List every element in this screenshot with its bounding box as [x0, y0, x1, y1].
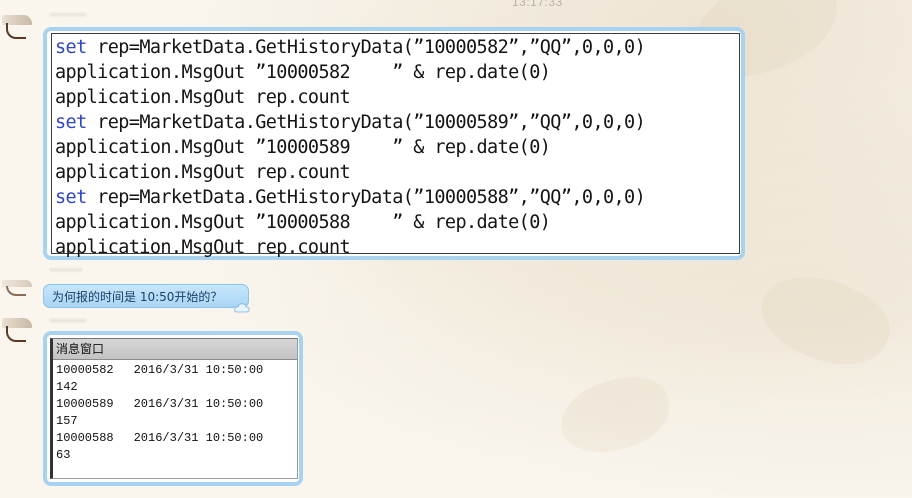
code-text: application.MsgOut ”10000588 ” & rep.dat… — [55, 212, 551, 233]
code-text: application.MsgOut rep.count — [55, 87, 351, 108]
output-line: 157 — [56, 413, 297, 430]
sender-name: ••••••••• — [50, 265, 83, 275]
code-line: application.MsgOut rep.count — [52, 235, 739, 260]
avatar-face — [6, 23, 26, 39]
code-keyword: set — [55, 187, 87, 208]
code-line: application.MsgOut rep.count — [52, 160, 739, 185]
output-code: 10000588 — [56, 431, 114, 445]
output-code: 10000589 — [56, 397, 114, 411]
code-line: set rep=MarketData.GetHistoryData(”10000… — [52, 185, 739, 210]
image-message-bubble[interactable]: 消息窗口 10000582 2016/3/31 10:50:00 142 1000… — [43, 331, 303, 486]
message-window-title: 消息窗口 — [53, 339, 297, 360]
code-block: set rep=MarketData.GetHistoryData(”10000… — [51, 33, 740, 258]
code-text: application.MsgOut rep.count — [55, 162, 351, 183]
background-leaf — [749, 257, 901, 383]
code-line: set rep=MarketData.GetHistoryData(”10000… — [52, 35, 739, 60]
output-line: 10000582 2016/3/31 10:50:00 — [56, 362, 297, 379]
output-time: 2016/3/31 10:50:00 — [133, 431, 264, 445]
avatar-face — [6, 326, 26, 342]
background-leaf — [554, 370, 676, 460]
question-text: 为何报的时间是 10:50开始的？ — [52, 290, 223, 304]
avatar[interactable] — [2, 280, 36, 296]
output-line: 10000588 2016/3/31 10:50:00 — [56, 430, 297, 447]
code-text: application.MsgOut rep.count — [55, 237, 351, 258]
sender-name: •••••••••• — [50, 10, 87, 20]
code-text: rep=MarketData.GetHistoryData(”10000588”… — [86, 187, 646, 208]
code-text: application.MsgOut ”10000589 ” & rep.dat… — [55, 137, 551, 158]
code-text: application.MsgOut ”10000582 ” & rep.dat… — [55, 62, 551, 83]
message-window-output: 10000582 2016/3/31 10:50:00 142 10000589 2… — [53, 360, 297, 464]
code-keyword: set — [55, 37, 87, 58]
code-text: rep=MarketData.GetHistoryData(”10000589”… — [86, 112, 646, 133]
output-code: 142 — [56, 380, 78, 394]
cloud-icon — [234, 303, 250, 313]
message-timestamp: 13:17:33 — [512, 0, 563, 9]
output-time: 2016/3/31 10:50:00 — [133, 397, 264, 411]
code-keyword: set — [55, 112, 87, 133]
code-line: application.MsgOut ”10000582 ” & rep.dat… — [52, 60, 739, 85]
question-message-bubble[interactable]: 为何报的时间是 10:50开始的？ — [43, 284, 250, 313]
output-line: 10000589 2016/3/31 10:50:00 — [56, 396, 297, 413]
avatar-face — [6, 286, 26, 296]
sender-name: •••••••••• — [50, 316, 87, 326]
output-line: 63 — [56, 447, 297, 464]
code-message-bubble[interactable]: set rep=MarketData.GetHistoryData(”10000… — [43, 27, 745, 260]
output-line: 142 — [56, 379, 297, 396]
output-code: 63 — [56, 448, 71, 462]
code-line: set rep=MarketData.GetHistoryData(”10000… — [52, 110, 739, 135]
avatar[interactable] — [2, 318, 36, 342]
message-window-screenshot: 消息窗口 10000582 2016/3/31 10:50:00 142 1000… — [50, 338, 298, 479]
avatar[interactable] — [2, 15, 36, 39]
output-time: 2016/3/31 10:50:00 — [133, 363, 264, 377]
code-line: application.MsgOut ”10000589 ” & rep.dat… — [52, 135, 739, 160]
code-line: application.MsgOut rep.count — [52, 85, 739, 110]
output-code: 157 — [56, 414, 78, 428]
code-line: application.MsgOut ”10000588 ” & rep.dat… — [52, 210, 739, 235]
code-text: rep=MarketData.GetHistoryData(”10000582”… — [86, 37, 646, 58]
output-code: 10000582 — [56, 363, 114, 377]
